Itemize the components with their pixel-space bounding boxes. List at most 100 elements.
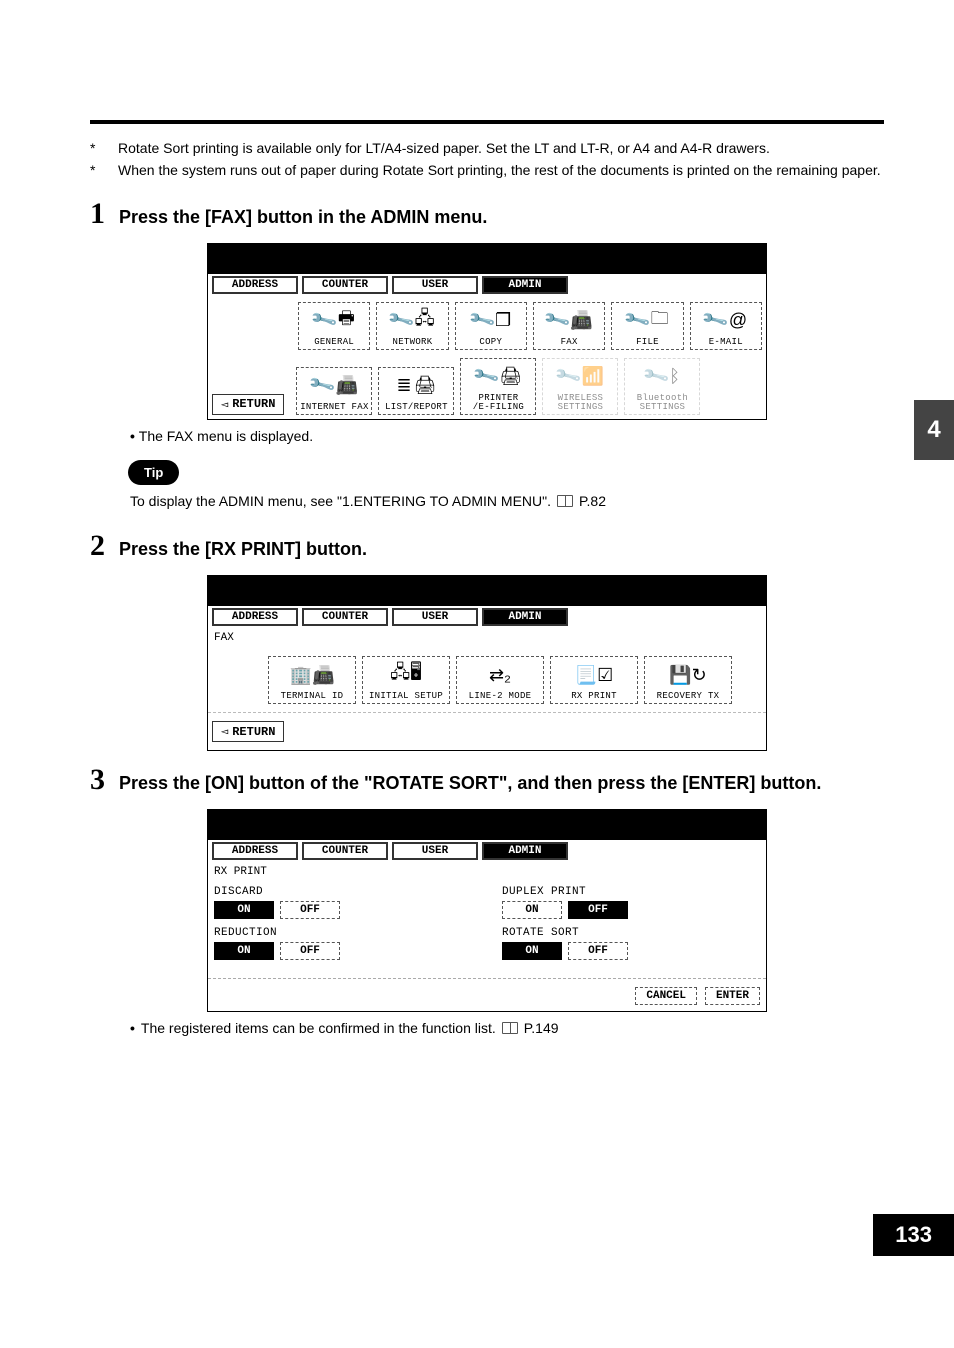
wireless-icon: 🔧📶 [557, 362, 604, 392]
rotate-sort-off-button[interactable]: OFF [568, 942, 628, 960]
tabs-row: ADDRESS COUNTER USER ADMIN [208, 606, 766, 630]
internet-fax-icon: 🔧📠 [311, 371, 358, 401]
terminal-id-button[interactable]: 🏢📠 TERMINAL ID [268, 656, 356, 704]
page-footer: 133 [90, 1156, 884, 1196]
top-rule [90, 120, 884, 124]
return-button[interactable]: ◅ RETURN [212, 721, 284, 742]
duplex-off-button[interactable]: OFF [568, 901, 628, 919]
rx-print-right-col: DUPLEX PRINT ON OFF ROTATE SORT ON OFF [502, 882, 760, 968]
final-note-row: • The registered items can be confirmed … [130, 1020, 884, 1036]
admin-row-2: ◅ RETURN 🔧📠 INTERNET FAX ≣🖨 LIST/REPORT … [208, 354, 766, 419]
tab-admin[interactable]: ADMIN [482, 842, 568, 860]
asterisk: * [90, 138, 100, 158]
admin-menu-screenshot: ADDRESS COUNTER USER ADMIN 🔧🖶 GENERAL 🔧🖧… [207, 243, 767, 420]
step-1: 1 Press the [FAX] button in the ADMIN me… [90, 199, 884, 229]
tab-admin[interactable]: ADMIN [482, 276, 568, 294]
tip-badge: Tip [128, 460, 179, 485]
book-icon [557, 495, 573, 507]
tip-text-row: To display the ADMIN menu, see "1.ENTERI… [130, 493, 884, 509]
fax-buttons-row: 🏢📠 TERMINAL ID 🖧🖥 INITIAL SETUP ⇄₂ LINE-… [208, 644, 766, 708]
rotate-sort-title: ROTATE SORT [502, 927, 760, 939]
email-button[interactable]: 🔧@ E-MAIL [690, 302, 762, 350]
general-button[interactable]: 🔧🖶 GENERAL [298, 302, 370, 350]
duplex-on-button[interactable]: ON [502, 901, 562, 919]
fax-button[interactable]: 🔧📠 FAX [533, 302, 605, 350]
printer-icon: 🔧🖨 [475, 362, 522, 392]
recovery-tx-button[interactable]: 💾↻ RECOVERY TX [644, 656, 732, 704]
final-note-page-ref: P.149 [524, 1020, 559, 1036]
network-button[interactable]: 🔧🖧 NETWORK [376, 302, 448, 350]
step-instruction: Press the [RX PRINT] button. [119, 537, 367, 561]
step1-note: The FAX menu is displayed. [130, 428, 884, 444]
tip-page-ref: P.82 [579, 493, 606, 509]
terminal-id-icon: 🏢📠 [290, 660, 335, 690]
discard-off-button[interactable]: OFF [280, 901, 340, 919]
return-arrow-icon: ◅ [221, 724, 228, 739]
copy-icon: 🔧❐ [471, 306, 512, 336]
tab-address[interactable]: ADDRESS [212, 608, 298, 626]
tab-address[interactable]: ADDRESS [212, 276, 298, 294]
bluetooth-icon: 🔧ᛒ [645, 362, 680, 392]
return-arrow-icon: ◅ [221, 397, 228, 412]
return-row: ◅ RETURN [208, 715, 766, 750]
step-number: 3 [90, 765, 105, 795]
rx-print-screenshot: ADDRESS COUNTER USER ADMIN RX PRINT DISC… [207, 809, 767, 1012]
discard-group: DISCARD ON OFF [214, 886, 472, 919]
step-2: 2 Press the [RX PRINT] button. [90, 531, 884, 561]
enter-button[interactable]: ENTER [705, 987, 760, 1005]
reduction-title: REDUCTION [214, 927, 472, 939]
bullet-icon: • [130, 1020, 135, 1036]
tabs-row: ADDRESS COUNTER USER ADMIN [208, 274, 766, 298]
tabs-row: ADDRESS COUNTER USER ADMIN [208, 840, 766, 864]
return-button[interactable]: ◅ RETURN [212, 394, 284, 415]
step-instruction: Press the [ON] button of the "ROTATE SOR… [119, 771, 821, 795]
internet-fax-button[interactable]: 🔧📠 INTERNET FAX [296, 367, 372, 415]
page: * Rotate Sort printing is available only… [0, 0, 954, 1256]
tab-user[interactable]: USER [392, 608, 478, 626]
reduction-off-button[interactable]: OFF [280, 942, 340, 960]
fax-menu-screenshot: ADDRESS COUNTER USER ADMIN FAX 🏢📠 TERMIN… [207, 575, 767, 751]
recovery-icon: 💾↻ [669, 660, 707, 690]
file-icon: 🔧🗀 [626, 306, 668, 336]
chapter-tab: 4 [914, 400, 954, 460]
network-icon: 🔧🖧 [390, 306, 435, 336]
page-number: 133 [873, 1214, 954, 1256]
duplex-title: DUPLEX PRINT [502, 886, 760, 898]
copy-button[interactable]: 🔧❐ COPY [455, 302, 527, 350]
final-note-text: The registered items can be confirmed in… [141, 1020, 496, 1036]
line-2-mode-button[interactable]: ⇄₂ LINE-2 MODE [456, 656, 544, 704]
file-button[interactable]: 🔧🗀 FILE [611, 302, 683, 350]
tab-address[interactable]: ADDRESS [212, 842, 298, 860]
reduction-group: REDUCTION ON OFF [214, 927, 472, 960]
rx-print-button[interactable]: 📃☑ RX PRINT [550, 656, 638, 704]
titlebar [208, 576, 766, 606]
step-number: 2 [90, 531, 105, 561]
rx-print-footer: CANCEL ENTER [208, 983, 766, 1011]
duplex-group: DUPLEX PRINT ON OFF [502, 886, 760, 919]
email-icon: 🔧@ [704, 306, 747, 336]
rx-print-icon: 📃☑ [575, 660, 614, 690]
discard-on-button[interactable]: ON [214, 901, 274, 919]
notes-block: * Rotate Sort printing is available only… [90, 138, 884, 181]
rotate-sort-on-button[interactable]: ON [502, 942, 562, 960]
printer-efiling-button[interactable]: 🔧🖨 PRINTER /E-FILING [460, 358, 536, 415]
initial-setup-button[interactable]: 🖧🖥 INITIAL SETUP [362, 656, 450, 704]
settings-icon: 🔧🖶 [313, 306, 354, 336]
bluetooth-settings-button: 🔧ᛒ Bluetooth SETTINGS [624, 358, 700, 415]
tab-counter[interactable]: COUNTER [302, 842, 388, 860]
list-report-button[interactable]: ≣🖨 LIST/REPORT [378, 367, 454, 415]
breadcrumb: RX PRINT [208, 864, 766, 878]
tab-user[interactable]: USER [392, 842, 478, 860]
initial-setup-icon: 🖧🖥 [390, 660, 422, 690]
tab-counter[interactable]: COUNTER [302, 608, 388, 626]
tab-counter[interactable]: COUNTER [302, 276, 388, 294]
tab-user[interactable]: USER [392, 276, 478, 294]
step-number: 1 [90, 199, 105, 229]
tab-admin[interactable]: ADMIN [482, 608, 568, 626]
line2-icon: ⇄₂ [489, 660, 511, 690]
reduction-on-button[interactable]: ON [214, 942, 274, 960]
titlebar [208, 810, 766, 840]
cancel-button[interactable]: CANCEL [635, 987, 697, 1005]
tip-text: To display the ADMIN menu, see "1.ENTERI… [130, 493, 551, 509]
rotate-sort-group: ROTATE SORT ON OFF [502, 927, 760, 960]
